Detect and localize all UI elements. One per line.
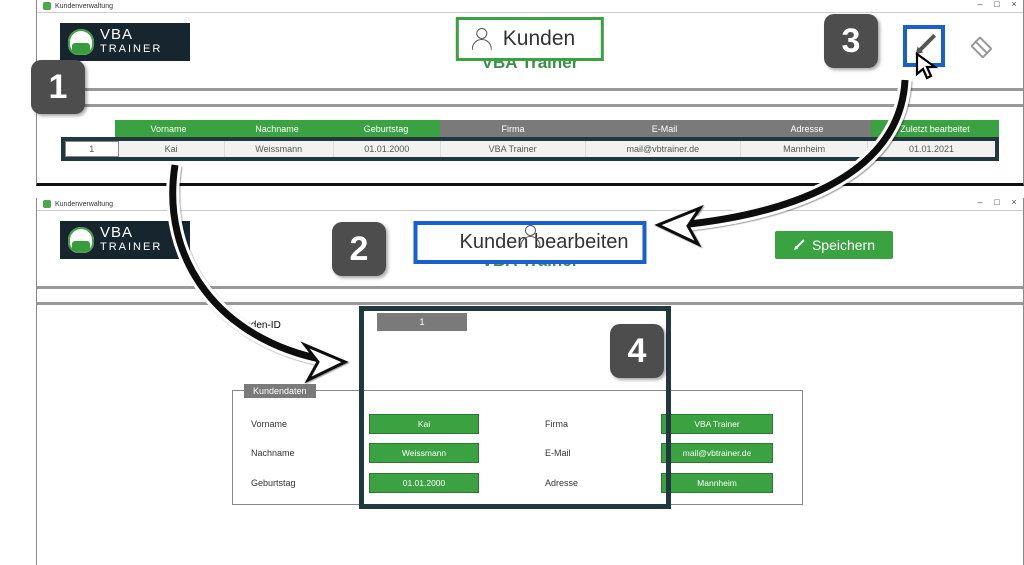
label-firma: Firma bbox=[545, 413, 645, 435]
close-button[interactable]: × bbox=[1009, 0, 1019, 9]
divider bbox=[37, 88, 1023, 91]
customers-table: Vorname Nachname Geburtstag Firma E-Mail… bbox=[61, 120, 999, 161]
input-geburtstag[interactable]: 01.01.2000 bbox=[369, 473, 479, 493]
person-icon bbox=[471, 28, 493, 50]
input-adresse[interactable]: Mannheim bbox=[661, 473, 773, 493]
td-geburtstag: 01.01.2000 bbox=[334, 141, 441, 157]
label-email: E-Mail bbox=[545, 442, 645, 464]
step-badge-4: 4 bbox=[610, 324, 664, 378]
step-badge-1: 1 bbox=[31, 60, 85, 114]
person-icon bbox=[427, 232, 449, 254]
th-zuletzt: Zuletzt bearbeitet bbox=[871, 120, 999, 137]
minimize-button[interactable]: – bbox=[975, 197, 985, 207]
window-title: Kundenverwaltung bbox=[55, 3, 113, 10]
label-adresse: Adresse bbox=[545, 472, 645, 494]
maximize-button[interactable]: □ bbox=[992, 0, 1002, 9]
label-nachname: Nachname bbox=[251, 442, 351, 464]
th-id bbox=[61, 120, 115, 137]
mascot-icon bbox=[68, 227, 94, 253]
td-vorname: Kai bbox=[119, 141, 225, 157]
td-email: mail@vbtrainer.de bbox=[586, 141, 742, 157]
kundendaten-form: Kundendaten Vorname Nachname Geburtstag … bbox=[232, 390, 803, 505]
divider bbox=[37, 104, 1023, 107]
th-firma: Firma bbox=[440, 120, 586, 137]
table-header: Vorname Nachname Geburtstag Firma E-Mail… bbox=[61, 120, 999, 137]
save-label: Speichern bbox=[812, 237, 875, 253]
td-id: 1 bbox=[65, 141, 119, 157]
kunden-heading-box: Kunden bbox=[456, 17, 604, 61]
divider bbox=[37, 286, 1023, 289]
label-geburtstag: Geburtstag bbox=[251, 472, 351, 494]
close-button[interactable]: × bbox=[1009, 197, 1019, 207]
maximize-button[interactable]: □ bbox=[992, 197, 1002, 207]
td-zuletzt: 01.01.2021 bbox=[868, 141, 995, 157]
excel-icon bbox=[43, 2, 51, 10]
pencil-icon bbox=[906, 28, 943, 65]
th-vorname: Vorname bbox=[115, 120, 222, 137]
mascot-icon bbox=[68, 29, 94, 55]
titlebar-top: Kundenverwaltung – □ × bbox=[37, 0, 1023, 13]
input-email[interactable]: mail@vbtrainer.de bbox=[661, 443, 773, 463]
th-nachname: Nachname bbox=[222, 120, 332, 137]
excel-icon bbox=[43, 200, 51, 208]
brand-logo: VBATRAINER bbox=[60, 221, 190, 259]
labels-col-right: Firma E-Mail Adresse bbox=[545, 409, 645, 498]
td-firma: VBA Trainer bbox=[441, 141, 586, 157]
kunden-edit-heading-box: Kunden bearbeiten bbox=[413, 221, 646, 264]
titlebar-bottom: Kundenverwaltung – □ × bbox=[37, 198, 1023, 211]
table-row[interactable]: 1 Kai Weissmann 01.01.2000 VBA Trainer m… bbox=[61, 137, 999, 161]
window-bottom: Kundenverwaltung – □ × VBATRAINER VBA Tr… bbox=[36, 198, 1024, 565]
pencil-icon bbox=[790, 237, 807, 254]
step-badge-3: 3 bbox=[824, 14, 878, 68]
minimize-button[interactable]: – bbox=[975, 0, 985, 9]
td-adresse: Mannheim bbox=[741, 141, 868, 157]
kunden-id-value: 1 bbox=[377, 313, 467, 331]
step-badge-2: 2 bbox=[332, 222, 386, 276]
kunden-id-label: Kunden-ID bbox=[233, 320, 281, 331]
kunden-heading: Kunden bbox=[503, 27, 575, 51]
input-firma[interactable]: VBA Trainer bbox=[661, 414, 773, 434]
td-nachname: Weissmann bbox=[225, 141, 334, 157]
inputs-col-left: Kai Weissmann 01.01.2000 bbox=[369, 409, 479, 498]
th-adresse: Adresse bbox=[743, 120, 871, 137]
label-vorname: Vorname bbox=[251, 413, 351, 435]
input-nachname[interactable]: Weissmann bbox=[369, 443, 479, 463]
form-section-label: Kundendaten bbox=[244, 384, 316, 398]
input-vorname[interactable]: Kai bbox=[369, 414, 479, 434]
window-title: Kundenverwaltung bbox=[55, 201, 113, 208]
kunden-edit-heading: Kunden bearbeiten bbox=[459, 231, 628, 254]
th-email: E-Mail bbox=[586, 120, 743, 137]
save-button[interactable]: Speichern bbox=[775, 231, 893, 259]
brand-logo: VBATRAINER bbox=[60, 23, 190, 61]
edit-button[interactable] bbox=[903, 25, 945, 67]
eraser-icon bbox=[962, 28, 999, 65]
inputs-col-right: VBA Trainer mail@vbtrainer.de Mannheim bbox=[661, 409, 773, 498]
labels-col-left: Vorname Nachname Geburtstag bbox=[251, 409, 351, 498]
th-geburtstag: Geburtstag bbox=[332, 120, 440, 137]
divider bbox=[37, 302, 1023, 305]
clear-button[interactable] bbox=[959, 25, 1001, 67]
